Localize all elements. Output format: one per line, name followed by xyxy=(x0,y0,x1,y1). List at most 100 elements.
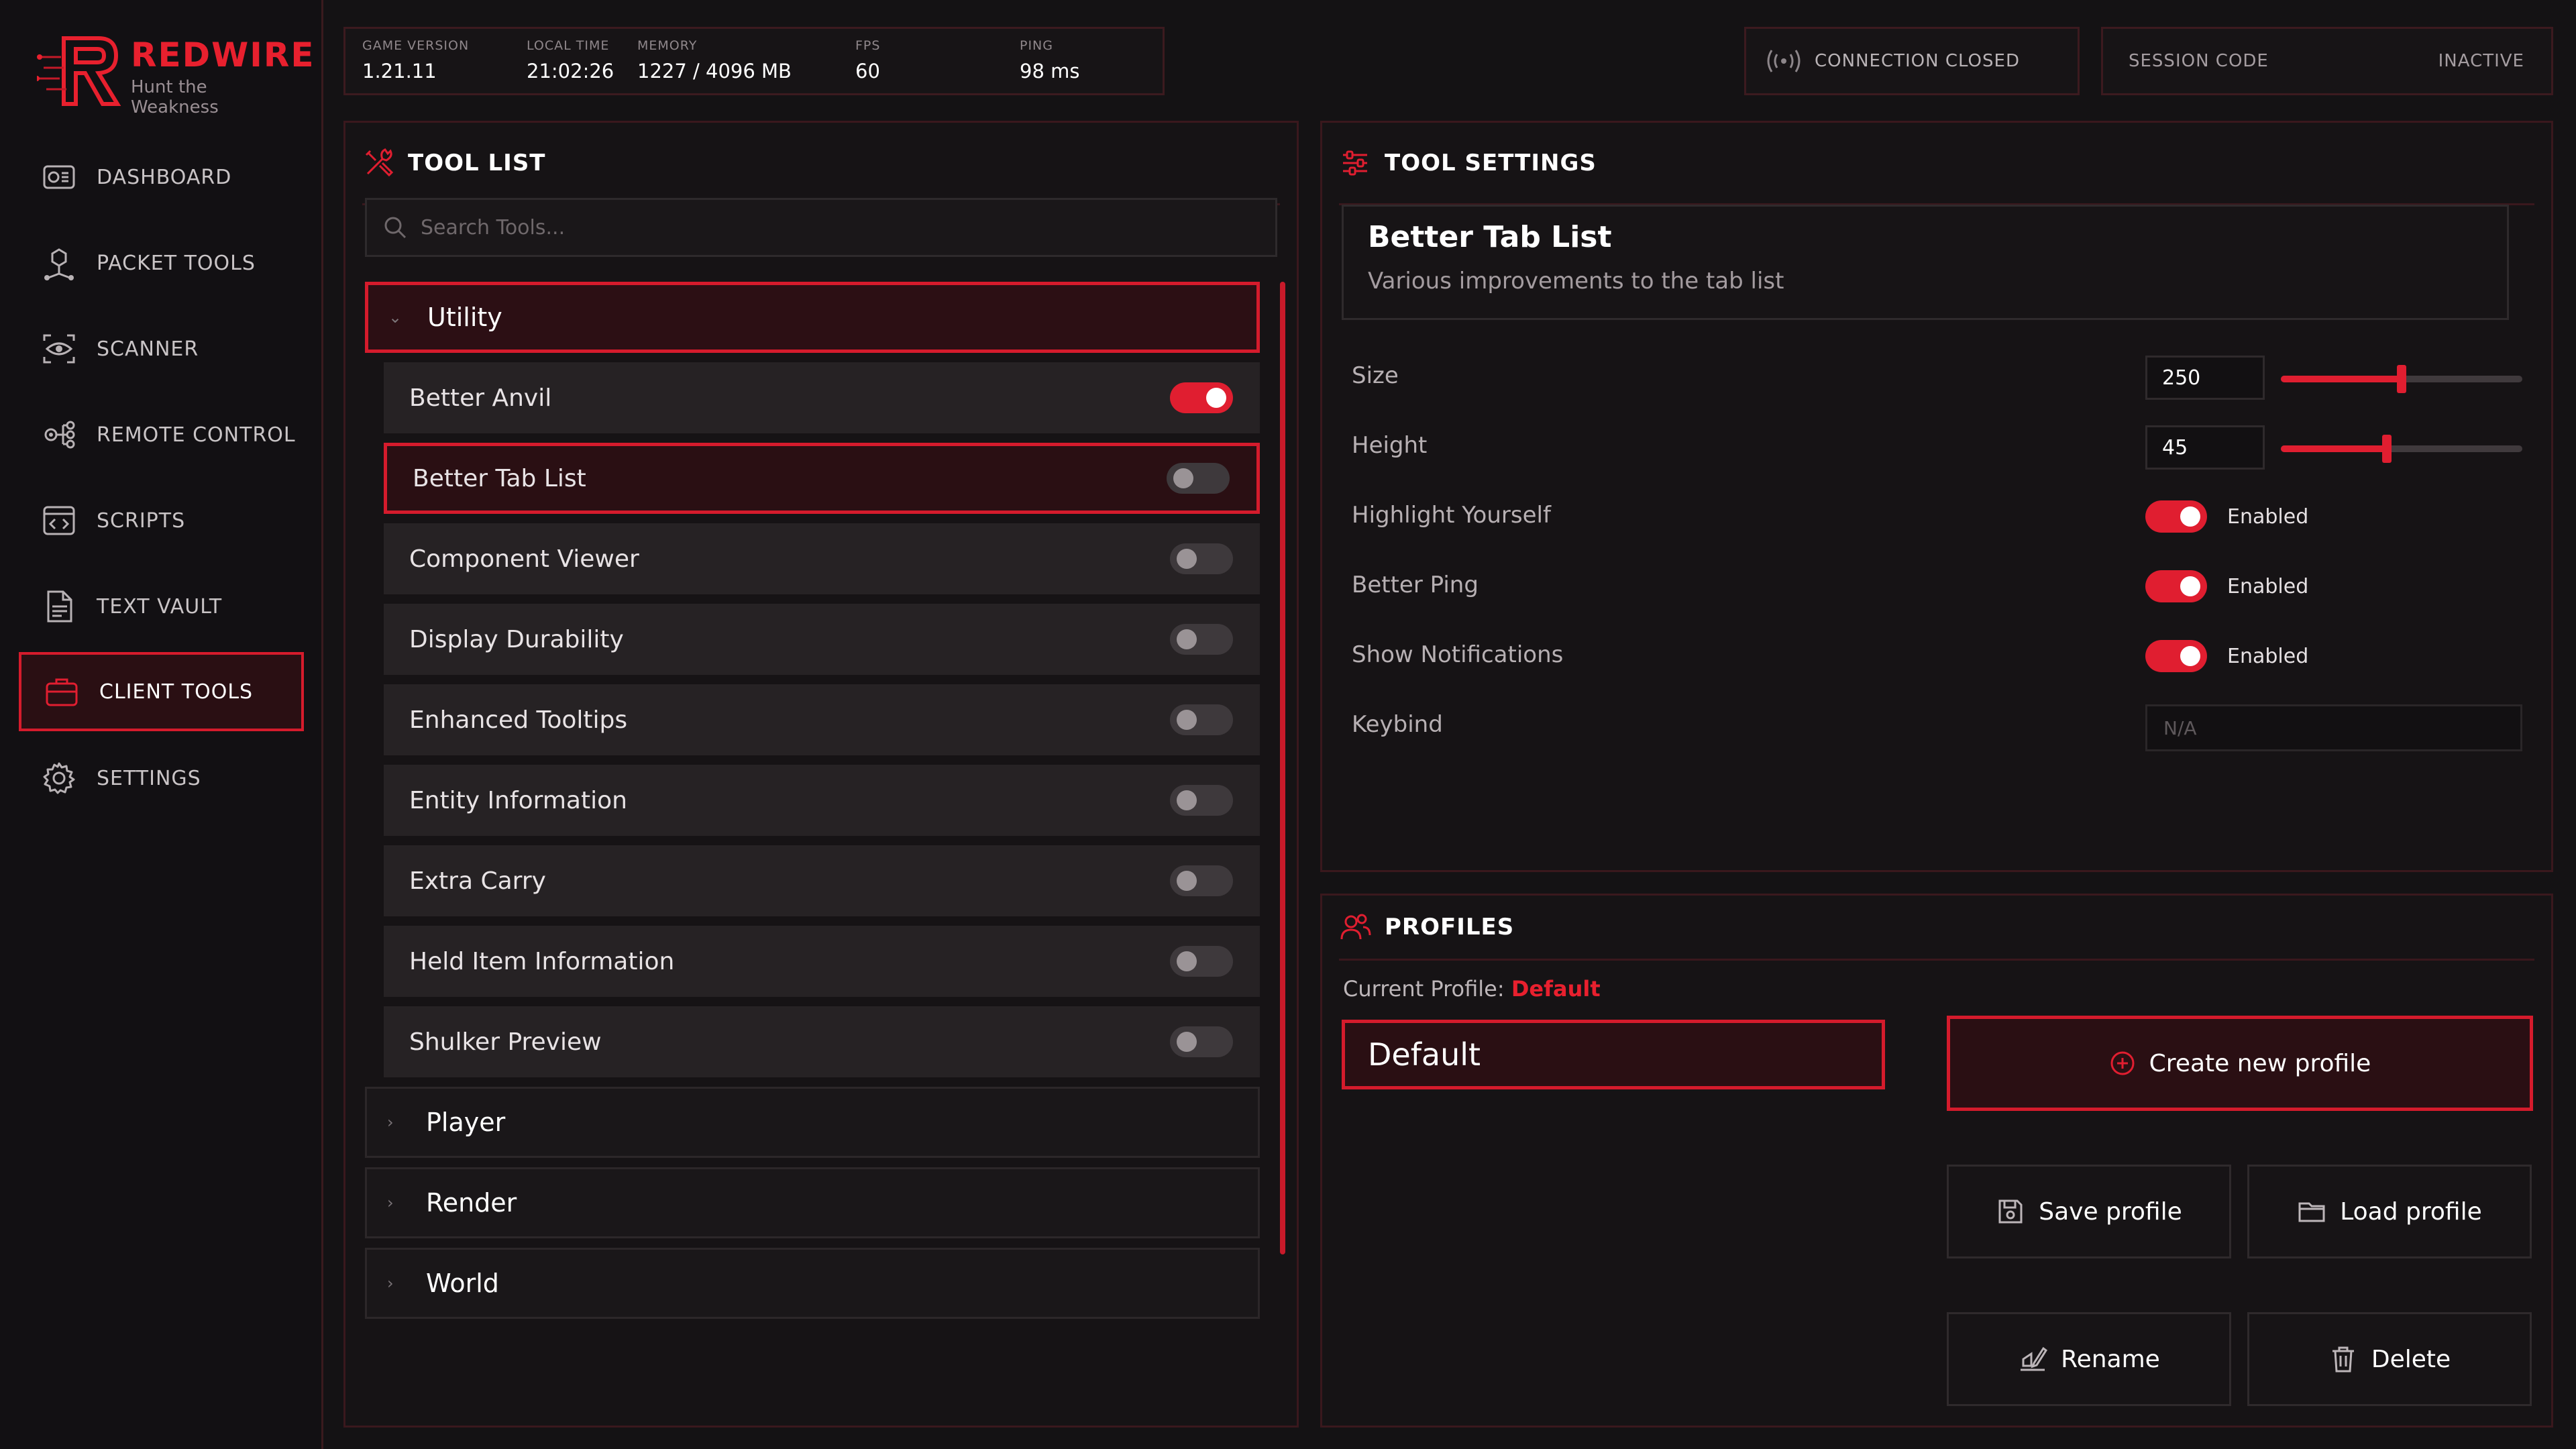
sidebar-item-scanner[interactable]: SCANNER xyxy=(19,309,304,388)
tool-toggle[interactable] xyxy=(1170,382,1233,413)
category-utility[interactable]: ⌄ Utility xyxy=(365,282,1260,353)
sidebar-item-client-tools[interactable]: CLIENT TOOLS xyxy=(19,652,304,731)
stat-memory: MEMORY 1227 / 4096 MB xyxy=(637,38,792,83)
tool-toggle[interactable] xyxy=(1170,543,1233,574)
sidebar-item-label: SCANNER xyxy=(97,337,199,361)
delete-profile-button[interactable]: Delete xyxy=(2247,1312,2532,1406)
stat-label: FPS xyxy=(855,38,881,53)
session-code: SESSION CODE INACTIVE xyxy=(2101,27,2553,95)
setting-show-notifications-label: Show Notifications xyxy=(1352,641,1564,668)
tool-list-header: TOOL LIST xyxy=(362,123,1280,205)
tool-label: Extra Carry xyxy=(409,867,546,895)
chevron-right-icon: › xyxy=(387,1113,394,1132)
stats-bar: GAME VERSION 1.21.11 LOCAL TIME 21:02:26… xyxy=(343,27,1165,95)
tool-toggle[interactable] xyxy=(1170,624,1233,655)
tool-row-entity-information[interactable]: Entity Information xyxy=(384,765,1260,836)
search-placeholder: Search Tools... xyxy=(421,215,566,239)
tool-row-shulker-preview[interactable]: Shulker Preview xyxy=(384,1006,1260,1077)
tool-row-display-durability[interactable]: Display Durability xyxy=(384,604,1260,675)
tool-label: Held Item Information xyxy=(409,947,675,975)
packet-tools-icon xyxy=(44,248,74,280)
tool-label: Better Anvil xyxy=(409,384,552,412)
tool-label: Better Tab List xyxy=(413,464,586,492)
session-code-label: SESSION CODE xyxy=(2129,51,2269,71)
category-label: Utility xyxy=(427,303,502,332)
plus-circle-icon xyxy=(2110,1051,2135,1075)
tool-row-extra-carry[interactable]: Extra Carry xyxy=(384,845,1260,916)
sidebar-item-packet-tools[interactable]: PACKET TOOLS xyxy=(19,223,304,303)
sidebar-item-text-vault[interactable]: TEXT VAULT xyxy=(19,567,304,646)
rename-profile-label: Rename xyxy=(2061,1345,2160,1373)
stat-value: 1.21.11 xyxy=(362,60,437,83)
tool-toggle[interactable] xyxy=(1170,1026,1233,1057)
sidebar-item-label: PACKET TOOLS xyxy=(97,251,256,275)
search-icon xyxy=(384,217,407,239)
sidebar-item-remote-control[interactable]: REMOTE CONTROL xyxy=(19,395,304,474)
chevron-right-icon: › xyxy=(387,1193,394,1212)
toggle-state: Enabled xyxy=(2227,504,2309,529)
save-profile-button[interactable]: Save profile xyxy=(1947,1165,2231,1258)
slider-fill xyxy=(2281,376,2402,382)
keybind-field[interactable]: N/A xyxy=(2145,704,2522,751)
category-player[interactable]: › Player xyxy=(365,1087,1260,1158)
height-input[interactable]: 45 xyxy=(2145,425,2265,470)
toggle-switch[interactable] xyxy=(2145,640,2207,672)
load-profile-label: Load profile xyxy=(2340,1197,2482,1226)
client-tools-icon xyxy=(46,678,78,706)
folder-icon xyxy=(2298,1202,2325,1222)
tool-toggle[interactable] xyxy=(1170,704,1233,735)
sidebar-item-settings[interactable]: SETTINGS xyxy=(19,739,304,818)
sidebar-item-label: TEXT VAULT xyxy=(97,594,223,619)
better-ping-toggle[interactable]: Enabled xyxy=(2145,570,2308,602)
toggle-state: Enabled xyxy=(2227,574,2309,598)
tool-row-better-tab-list[interactable]: Better Tab List xyxy=(384,443,1260,514)
rename-profile-button[interactable]: Rename xyxy=(1947,1312,2231,1406)
app-logo: REDWIRE Hunt the Weakness xyxy=(37,30,314,117)
sidebar-item-dashboard[interactable]: DASHBOARD xyxy=(19,138,304,217)
setting-highlight-yourself-label: Highlight Yourself xyxy=(1352,502,1551,529)
current-profile: Current Profile: Default xyxy=(1343,976,1601,1002)
sliders-icon xyxy=(1343,150,1367,176)
sidebar-item-label: DASHBOARD xyxy=(97,165,232,189)
tool-toggle[interactable] xyxy=(1170,946,1233,977)
toggle-switch[interactable] xyxy=(2145,570,2207,602)
tool-toggle[interactable] xyxy=(1170,865,1233,896)
toggle-switch[interactable] xyxy=(2145,500,2207,533)
slider-fill xyxy=(2281,445,2387,452)
tool-toggle[interactable] xyxy=(1167,463,1230,494)
chevron-down-icon: ⌄ xyxy=(388,308,402,327)
tool-toggle[interactable] xyxy=(1170,785,1233,816)
size-input[interactable]: 250 xyxy=(2145,356,2265,400)
sidebar-item-scripts[interactable]: SCRIPTS xyxy=(19,481,304,560)
height-slider[interactable] xyxy=(2281,435,2522,463)
tool-row-held-item-information[interactable]: Held Item Information xyxy=(384,926,1260,997)
category-label: Player xyxy=(426,1108,506,1137)
load-profile-button[interactable]: Load profile xyxy=(2247,1165,2532,1258)
create-profile-label: Create new profile xyxy=(2149,1049,2371,1077)
tool-row-better-anvil[interactable]: Better Anvil xyxy=(384,362,1260,433)
profile-list-item[interactable]: Default xyxy=(1342,1020,1885,1089)
profiles-title: PROFILES xyxy=(1385,914,1515,941)
size-slider[interactable] xyxy=(2281,365,2522,393)
stat-label: GAME VERSION xyxy=(362,38,470,53)
highlight-yourself-toggle[interactable]: Enabled xyxy=(2145,500,2308,533)
category-world[interactable]: › World xyxy=(365,1248,1260,1319)
tool-label: Shulker Preview xyxy=(409,1028,602,1056)
current-profile-label: Current Profile: xyxy=(1343,976,1505,1002)
tool-row-component-viewer[interactable]: Component Viewer xyxy=(384,523,1260,594)
tool-label: Entity Information xyxy=(409,786,627,814)
sidebar-item-label: REMOTE CONTROL xyxy=(97,423,296,447)
show-notifications-toggle[interactable]: Enabled xyxy=(2145,640,2308,672)
create-profile-button[interactable]: Create new profile xyxy=(1947,1016,2533,1111)
search-input[interactable]: Search Tools... xyxy=(365,198,1277,257)
slider-thumb[interactable] xyxy=(2397,365,2406,393)
slider-thumb[interactable] xyxy=(2382,435,2392,463)
tool-list-scrollbar[interactable] xyxy=(1280,282,1285,1254)
tool-label: Display Durability xyxy=(409,625,624,653)
tool-row-enhanced-tooltips[interactable]: Enhanced Tooltips xyxy=(384,684,1260,755)
dashboard-icon xyxy=(43,165,75,189)
category-render[interactable]: › Render xyxy=(365,1167,1260,1238)
stat-label: PING xyxy=(1020,38,1053,53)
stat-value: 60 xyxy=(855,60,880,83)
save-icon xyxy=(1998,1199,2023,1224)
